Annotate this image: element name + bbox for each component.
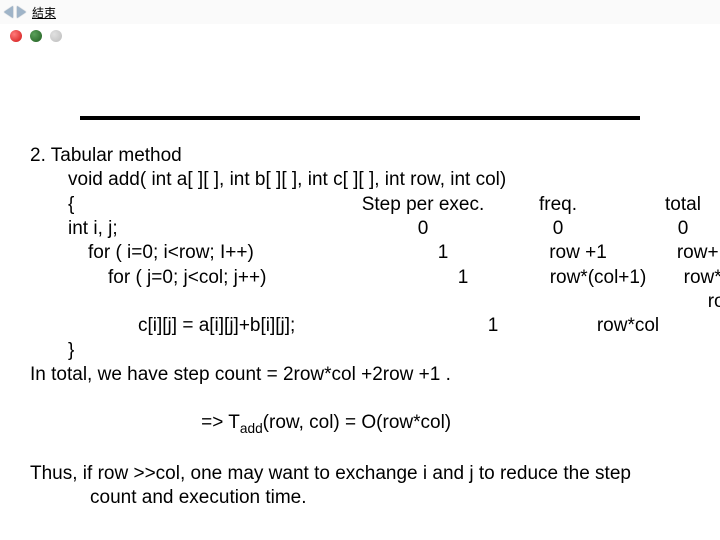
col-header-total: total [628,193,720,217]
dot-current-icon [30,30,42,42]
code-close-brace: } [30,339,690,363]
decl-freq: 0 [488,217,628,241]
code-open-brace: { [30,193,358,217]
slide-content: 2. Tabular method void add( int a[ ][ ],… [0,144,720,511]
for1-total: row+1 [648,241,720,265]
for2-step: 1 [398,266,528,315]
code-signature: void add( int a[ ][ ], int b[ ][ ], int … [30,168,690,192]
code-body: c[i][j] = a[i][j]+b[i][j]; [30,314,428,338]
summary-line3a: Thus, if row >>col, one may want to exch… [30,462,690,486]
dot-record-icon [10,30,22,42]
prev-icon[interactable] [4,6,13,18]
decl-total: 0 [628,217,720,241]
summary-tail: (row, col) = O(row*col) [263,412,451,433]
summary-line2: => Tadd(row, col) = O(row*col) [30,387,690,462]
col-header-freq: freq. [488,193,628,217]
slide-dots [0,24,720,46]
code-for2: for ( j=0; j<col; j++) [30,266,398,315]
dot-next-icon [50,30,62,42]
summary-arrow: => T [201,412,240,433]
for1-step: 1 [378,241,508,265]
body-freq: row*col [558,314,698,338]
heading: 2. Tabular method [30,144,690,168]
for2-freq: row*(col+1) [528,266,668,315]
title-rule [80,116,640,120]
toolbar: 結束 [0,0,720,24]
col-header-step: Step per exec. [358,193,488,217]
for1-freq: row +1 [508,241,648,265]
summary-sub: add [240,421,263,436]
next-icon[interactable] [17,6,26,18]
end-button[interactable]: 結束 [32,4,56,21]
summary-line3b: count and execution time. [30,486,690,510]
code-decl: int i, j; [30,217,358,241]
body-total: row*col [698,314,720,338]
summary-line1: In total, we have step count = 2row*col … [30,363,690,387]
decl-step: 0 [358,217,488,241]
body-step: 1 [428,314,558,338]
for2-total: row*col + row [668,266,720,315]
code-for1: for ( i=0; i<row; I++) [30,241,378,265]
